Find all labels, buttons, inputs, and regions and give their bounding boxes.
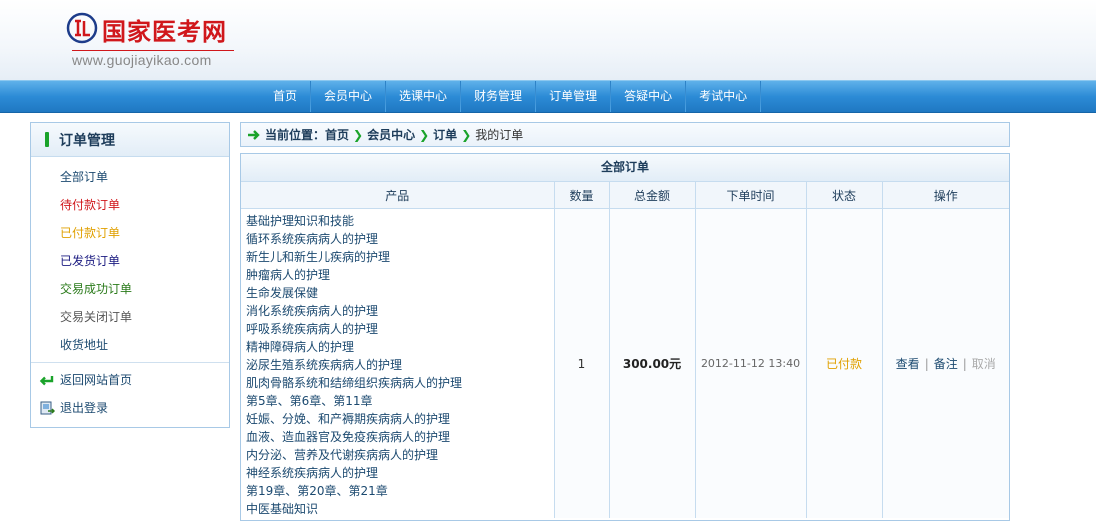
- column-header-time: 下单时间: [695, 182, 807, 209]
- sidebar: 订单管理 全部订单 待付款订单 已付款订单 已发货订单 交易成功订单 交易关闭订…: [30, 122, 230, 428]
- order-time: 2012-11-12 13:40: [695, 208, 807, 518]
- product-item: 肌肉骨骼系统和结缔组织疾病病人的护理: [246, 376, 463, 390]
- sidebar-item-shipped[interactable]: 已发货订单: [31, 247, 229, 275]
- cancel-order-link: 取消: [971, 357, 996, 371]
- nav-item-exam-center[interactable]: 考试中心: [686, 81, 760, 112]
- return-arrow-icon: [39, 376, 54, 386]
- product-item: 生命发展保健: [246, 286, 319, 300]
- nav-item-home[interactable]: 首页: [260, 81, 310, 112]
- table-row: 基础护理知识和技能 循环系统疾病病人的护理 新生儿和新生儿疾病的护理 肿瘤病人的…: [241, 208, 1009, 518]
- sidebar-item-completed[interactable]: 交易成功订单: [31, 275, 229, 303]
- nav-item-finance[interactable]: 财务管理: [461, 81, 535, 112]
- sidebar-item-pending-payment[interactable]: 待付款订单: [31, 191, 229, 219]
- column-header-status: 状态: [806, 182, 883, 209]
- note-order-link[interactable]: 备注: [934, 357, 958, 371]
- orders-panel: 全部订单 产品 数量 总金额 下单时间 状态 操作 基础护理知识和技能 循环系统…: [240, 153, 1010, 521]
- column-header-amount: 总金额: [609, 182, 696, 209]
- location-arrow-icon: [248, 129, 260, 140]
- product-item: 肿瘤病人的护理: [246, 268, 331, 282]
- site-logo[interactable]: 国家医考网 www.guojiayikao.com: [64, 8, 264, 72]
- product-item: 妊娠、分娩、和产褥期疾病病人的护理: [246, 412, 451, 426]
- product-item: 泌尿生殖系统疾病病人的护理: [246, 358, 403, 372]
- sidebar-link-logout[interactable]: 退出登录: [31, 394, 229, 422]
- product-item: 新生儿和新生儿疾病的护理: [246, 250, 391, 264]
- breadcrumb-chevron-icon: ❯: [353, 127, 364, 142]
- order-quantity: 1: [554, 208, 610, 518]
- sidebar-item-address[interactable]: 收货地址: [31, 331, 229, 359]
- order-status: 已付款: [806, 208, 883, 518]
- product-item: 消化系统疾病病人的护理: [246, 304, 379, 318]
- product-item: 神经系统疾病病人的护理: [246, 466, 379, 480]
- breadcrumb-link-orders[interactable]: 订单: [433, 126, 457, 143]
- product-item: 基础护理知识和技能: [246, 214, 355, 228]
- action-separator: |: [924, 357, 929, 371]
- sidebar-title: 订单管理: [59, 133, 115, 149]
- product-item: 呼吸系统疾病病人的护理: [246, 322, 379, 336]
- sidebar-link-back-home[interactable]: 返回网站首页: [31, 366, 229, 394]
- logo-text: 国家医考网: [102, 18, 227, 46]
- breadcrumb-link-home[interactable]: 首页: [325, 126, 349, 143]
- sidebar-item-paid[interactable]: 已付款订单: [31, 219, 229, 247]
- view-order-link[interactable]: 查看: [896, 357, 920, 371]
- table-header-row: 产品 数量 总金额 下单时间 状态 操作: [241, 182, 1009, 209]
- breadcrumb-current: 我的订单: [475, 128, 524, 142]
- main-nav: 首页 会员中心 选课中心 财务管理 订单管理 答疑中心 考试中心: [0, 80, 1096, 113]
- logo-url: www.guojiayikao.com: [72, 52, 212, 68]
- product-list: 基础护理知识和技能 循环系统疾病病人的护理 新生儿和新生儿疾病的护理 肿瘤病人的…: [241, 208, 555, 518]
- nav-item-qa-center[interactable]: 答疑中心: [611, 81, 685, 112]
- site-header: 国家医考网 www.guojiayikao.com: [0, 0, 1096, 80]
- action-separator: |: [962, 357, 967, 371]
- product-item: 第5章、第6章、第11章: [246, 394, 373, 408]
- nav-item-orders[interactable]: 订单管理: [536, 81, 610, 112]
- sidebar-header-marker: [45, 132, 49, 147]
- logout-icon: [40, 401, 55, 415]
- sidebar-header: 订单管理: [31, 123, 229, 157]
- logo-emblem-icon: [66, 12, 98, 44]
- breadcrumb-link-member-center[interactable]: 会员中心: [367, 126, 415, 143]
- order-amount: 300.00元: [609, 208, 696, 518]
- product-item: 内分泌、营养及代谢疾病病人的护理: [246, 448, 439, 462]
- column-header-product: 产品: [241, 182, 555, 209]
- breadcrumb-prefix: 当前位置：: [265, 128, 326, 142]
- sidebar-item-all-orders[interactable]: 全部订单: [31, 163, 229, 191]
- product-item: 循环系统疾病病人的护理: [246, 232, 379, 246]
- sidebar-link-label: 返回网站首页: [60, 373, 133, 387]
- sidebar-item-closed[interactable]: 交易关闭订单: [31, 303, 229, 331]
- product-item: 精神障碍病人的护理: [246, 340, 355, 354]
- column-header-actions: 操作: [882, 182, 1009, 209]
- nav-item-member-center[interactable]: 会员中心: [311, 81, 385, 112]
- breadcrumb-chevron-icon: ❯: [461, 127, 472, 142]
- orders-table: 产品 数量 总金额 下单时间 状态 操作 基础护理知识和技能 循环系统疾病病人的…: [241, 182, 1009, 518]
- logo-underline: [72, 50, 234, 51]
- product-item: 血液、造血器官及免疫疾病病人的护理: [246, 430, 451, 444]
- nav-divider: [760, 81, 762, 112]
- breadcrumb: 当前位置： 首页 ❯ 会员中心 ❯ 订单 ❯ 我的订单: [240, 122, 1010, 147]
- column-header-quantity: 数量: [554, 182, 610, 209]
- sidebar-divider: [31, 362, 229, 363]
- nav-item-course-center[interactable]: 选课中心: [386, 81, 460, 112]
- sidebar-link-label: 退出登录: [60, 401, 109, 415]
- orders-title: 全部订单: [241, 154, 1009, 182]
- product-item: 中医基础知识: [246, 502, 319, 516]
- breadcrumb-chevron-icon: ❯: [419, 127, 430, 142]
- product-item: 第19章、第20章、第21章: [246, 484, 388, 498]
- order-actions: 查看 | 备注 | 取消: [882, 208, 1009, 518]
